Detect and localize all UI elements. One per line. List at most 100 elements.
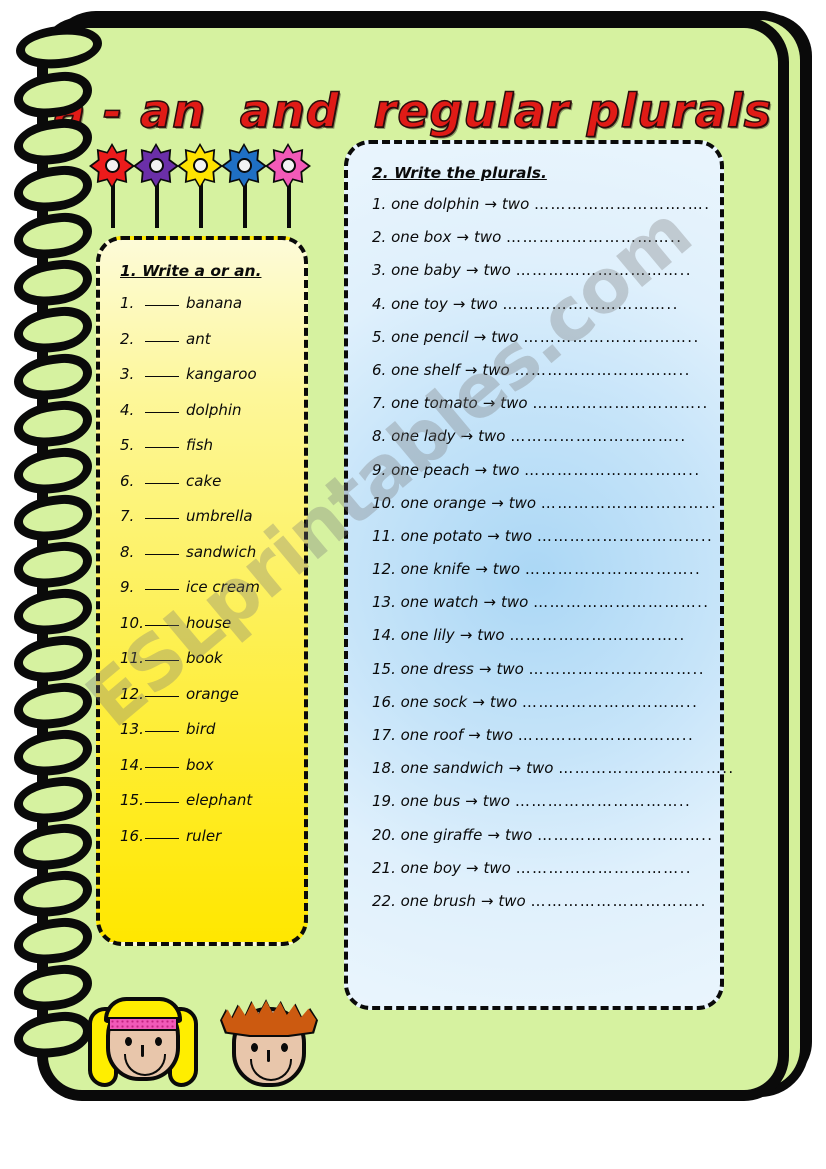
answer-dots[interactable]: …………………………..: [518, 726, 694, 744]
answer-dots[interactable]: …………………………..: [529, 660, 705, 678]
item-number: 13.: [120, 720, 144, 738]
exercise-1-item[interactable]: 7. umbrella: [120, 507, 290, 525]
exercise-2-item[interactable]: 6. one shelf → two …………………………..: [372, 361, 706, 379]
answer-dots[interactable]: …………………………..: [522, 693, 698, 711]
answer-blank[interactable]: [145, 482, 179, 484]
exercise-1-item[interactable]: 16. ruler: [120, 827, 290, 845]
answer-dots[interactable]: …………………………..: [537, 826, 713, 844]
answer-blank[interactable]: [145, 589, 179, 590]
spiral-ring: [14, 68, 92, 122]
answer-dots[interactable]: …………………………..: [537, 527, 713, 545]
exercise-2-item[interactable]: 10. one orange → two …………………………..: [372, 493, 716, 512]
answer-blank[interactable]: [145, 731, 179, 732]
exercise-2-item[interactable]: 1. one dolphin → two ……………………….….: [372, 195, 709, 213]
answer-blank[interactable]: [145, 695, 179, 697]
exercise-2-item[interactable]: 4. one toy → two …………………………..: [372, 295, 706, 313]
exercise-1-item[interactable]: 13. bird: [120, 720, 290, 738]
item-number: 15.: [120, 791, 144, 809]
item-word: cake: [186, 471, 222, 490]
item-number: 3.: [372, 261, 392, 280]
exercise-2-item[interactable]: 17. one roof → two …………………………..: [372, 726, 706, 744]
arrow-right-icon: →: [491, 493, 504, 512]
item-number: 13.: [372, 593, 401, 612]
answer-blank[interactable]: [145, 624, 179, 626]
exercise-1-item[interactable]: 3. kangaroo: [120, 365, 290, 383]
item-number: 3.: [120, 365, 135, 383]
exercise-1-item[interactable]: 1. banana: [120, 294, 290, 312]
plural-prefix: two: [500, 394, 533, 413]
exercise-1-item[interactable]: 10. house: [120, 614, 290, 632]
answer-dots[interactable]: ……………………….….: [534, 195, 710, 213]
answer-dots[interactable]: …………………………..: [510, 427, 686, 445]
exercise-2-box: 2. Write the plurals. 1. one dolphin → two…: [344, 140, 733, 1010]
answer-dots[interactable]: …………………………..: [525, 560, 701, 578]
exercise-1-item[interactable]: 8. sandwich: [120, 543, 290, 561]
exercise-1-item[interactable]: 5. fish: [120, 436, 290, 454]
answer-blank[interactable]: [145, 553, 179, 555]
exercise-1-item[interactable]: 6. cake: [120, 472, 290, 490]
flower-purple-icon: [133, 143, 179, 230]
answer-dots[interactable]: …………………………..: [533, 593, 709, 611]
answer-dots[interactable]: …………………………..: [516, 261, 692, 279]
exercise-2-item[interactable]: 3. one baby → two …………………………..: [372, 261, 706, 279]
girl-headband: [108, 1017, 178, 1031]
answer-dots[interactable]: …………………………..: [523, 328, 699, 346]
answer-blank[interactable]: [145, 376, 179, 377]
exercise-1-box: 1. Write a or an. 1. banana 2. ant 3. kangaro…: [96, 236, 308, 946]
plural-prefix: two: [492, 560, 525, 579]
item-number: 2.: [120, 329, 135, 348]
exercise-2-item[interactable]: 8. one lady → two …………………………..: [372, 427, 706, 445]
answer-blank[interactable]: [145, 837, 179, 839]
answer-dots[interactable]: …………………………..: [558, 759, 734, 777]
exercise-2-item[interactable]: 11. one potato → two …………………………..: [372, 527, 712, 545]
item-number: 18.: [372, 759, 401, 778]
answer-dots[interactable]: …………………………..: [532, 394, 708, 412]
answer-blank[interactable]: [145, 411, 179, 413]
exercise-2-item[interactable]: 20. one giraffe → two …………………………..: [372, 826, 712, 844]
answer-dots[interactable]: …………………………..: [516, 859, 692, 877]
flower-row: [89, 143, 322, 236]
answer-dots[interactable]: …………………………..: [509, 626, 685, 644]
exercise-2-item[interactable]: 12. one knife → two …………………………..: [372, 560, 706, 578]
arrow-right-icon: →: [474, 460, 488, 479]
answer-dots[interactable]: …………………………..: [531, 892, 707, 910]
item-word: fish: [186, 436, 214, 454]
answer-blank[interactable]: [145, 660, 179, 661]
exercise-1-item[interactable]: 9. ice cream: [120, 578, 290, 596]
exercise-1-item[interactable]: 14. box: [120, 756, 290, 774]
exercise-2-item[interactable]: 14. one lily → two …………………………..: [372, 626, 706, 644]
exercise-2-item[interactable]: 18. one sandwich → two …………………………..: [372, 759, 733, 778]
exercise-2-item[interactable]: 13. one watch → two …………………………..: [372, 593, 709, 612]
answer-dots[interactable]: …………………………..: [502, 295, 678, 313]
exercise-2-item[interactable]: 19. one bus → two …………………………..: [372, 792, 706, 810]
answer-dots[interactable]: …………………………..: [541, 494, 717, 512]
spiral-ring: [14, 1008, 92, 1062]
answer-blank[interactable]: [145, 340, 179, 342]
exercise-1-item[interactable]: 11. book: [120, 649, 290, 667]
answer-blank[interactable]: [145, 802, 179, 803]
exercise-2-item[interactable]: 15. one dress → two …………………………..: [372, 660, 706, 678]
exercise-1-item[interactable]: 15. elephant: [120, 791, 290, 809]
exercise-1-heading: 1. Write a or an.: [120, 262, 262, 280]
exercise-2-item[interactable]: 2. one box → two …………………………..: [372, 228, 706, 246]
exercise-1-item[interactable]: 12. orange: [120, 685, 290, 703]
answer-dots[interactable]: …………………………..: [515, 792, 691, 810]
exercise-2-item[interactable]: 22. one brush → two …………………………..: [372, 892, 706, 910]
exercise-2-item[interactable]: 9. one peach → two …………………………..: [372, 461, 706, 479]
exercise-1-item[interactable]: 4. dolphin: [120, 401, 290, 419]
exercise-2-item[interactable]: 16. one sock → two …………………………..: [372, 693, 706, 711]
answer-dots[interactable]: …………………………..: [506, 228, 682, 246]
answer-blank[interactable]: [145, 518, 179, 519]
plural-prefix: two: [491, 327, 524, 346]
answer-blank[interactable]: [145, 766, 179, 768]
answer-blank[interactable]: [145, 447, 179, 448]
exercise-1-item[interactable]: 2. ant: [120, 330, 290, 348]
item-number: 10.: [120, 613, 144, 632]
exercise-2-item[interactable]: 7. one tomato → two …………………………..: [372, 394, 708, 413]
arrow-right-icon: →: [465, 792, 478, 811]
answer-dots[interactable]: …………………………..: [524, 461, 700, 479]
exercise-2-item[interactable]: 21. one boy → two …………………………..: [372, 859, 706, 877]
exercise-2-item[interactable]: 5. one pencil → two …………………………..: [372, 328, 706, 346]
answer-dots[interactable]: …………………………..: [514, 361, 690, 379]
answer-blank[interactable]: [145, 305, 179, 306]
